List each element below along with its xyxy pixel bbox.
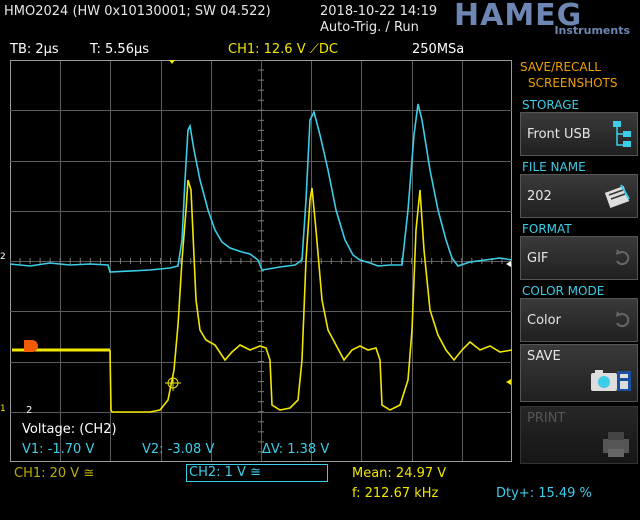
color-mode-button[interactable]: Color — [520, 298, 638, 342]
mean-measurement: Mean: 24.97 V — [352, 466, 447, 481]
timebase-readout[interactable]: TB: 2µs — [10, 42, 59, 57]
cursor-measure-label: Voltage: (CH2) — [22, 422, 117, 437]
color-mode-header: COLOR MODE — [522, 284, 605, 298]
datetime-readout: 2018-10-22 14:19 — [320, 4, 438, 19]
duty-cycle-measurement: Dty+: 15.49 % — [496, 486, 592, 501]
file-name-value: 202 — [527, 189, 552, 204]
storage-button[interactable]: Front USB — [520, 112, 638, 156]
print-button[interactable]: PRINT — [520, 406, 638, 464]
ch1-trigger-readout[interactable]: CH1: 12.6 V ⟋DC — [228, 42, 338, 57]
usb-storage-icon — [611, 119, 633, 155]
frequency-measurement: f: 212.67 kHz — [352, 486, 439, 501]
camera-save-icon — [589, 367, 633, 401]
format-value: GIF — [527, 251, 549, 266]
logo-subtext: Instruments — [554, 24, 630, 37]
panel-title-line1: SAVE/RECALL — [520, 60, 601, 74]
rotary-knob-icon — [613, 305, 633, 339]
instrument-title: HMO2024 (HW 0x10130001; SW 04.522) — [4, 4, 271, 19]
ch1-ground-marker[interactable]: 1 — [0, 404, 6, 414]
file-name-header: FILE NAME — [522, 160, 586, 174]
cursor-delta-readout: ΔV: 1.38 V — [262, 442, 330, 457]
scope-display[interactable] — [10, 60, 512, 462]
printer-icon — [599, 429, 633, 463]
storage-value: Front USB — [527, 127, 591, 142]
hameg-logo: HAMEG Instruments — [452, 0, 638, 40]
ch2-cursor-marker: 2 — [26, 405, 33, 416]
cursor-v1-readout: V1: -1.70 V — [22, 442, 95, 457]
save-label: SAVE — [527, 349, 561, 364]
panel-title-line2: SCREENSHOTS — [528, 76, 618, 90]
file-name-button[interactable]: 202 — [520, 174, 638, 218]
print-label: PRINT — [527, 411, 566, 426]
trigger-time-readout[interactable]: T: 5.56µs — [90, 42, 149, 57]
scope-canvas — [10, 60, 512, 462]
rotary-knob-icon — [613, 243, 633, 277]
storage-header: STORAGE — [522, 98, 580, 112]
cursor-v2-readout: V2: -3.08 V — [142, 442, 215, 457]
edit-filename-icon — [603, 181, 633, 215]
ch2-scale-readout[interactable]: CH2: 1 V ≅ — [186, 464, 328, 482]
sample-rate-readout: 250MSa — [412, 42, 465, 57]
save-button[interactable]: SAVE — [520, 344, 638, 402]
color-mode-value: Color — [527, 313, 561, 328]
ch1-scale-readout[interactable]: CH1: 20 V ≅ — [14, 466, 94, 481]
format-button[interactable]: GIF — [520, 236, 638, 280]
ch2-ground-marker[interactable]: 2 — [0, 252, 6, 262]
trigger-level-marker[interactable] — [24, 340, 38, 352]
softkey-panel: SAVE/RECALL SCREENSHOTS STORAGE Front US… — [518, 58, 640, 520]
trigger-mode-readout: Auto-Trig. / Run — [320, 20, 419, 35]
format-header: FORMAT — [522, 222, 572, 236]
